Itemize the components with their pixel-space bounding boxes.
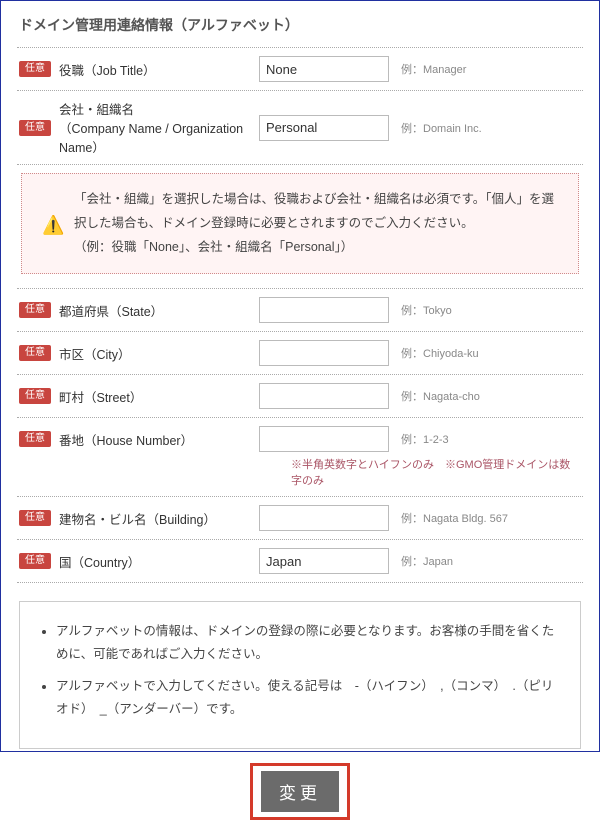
warning-line1: 「会社・組織」を選択した場合は、役職および会社・組織名は必須です。「個人」を選択… (74, 188, 558, 236)
row-building: 任意 建物名・ビル名（Building） 例：Nagata Bldg. 567 (17, 497, 583, 540)
badge-optional: 任意 (19, 120, 51, 136)
house-number-note: ※半角英数字とハイフンのみ ※GMO管理ドメインは数字のみ (19, 454, 579, 488)
badge-optional: 任意 (19, 510, 51, 526)
submit-wrap: 変更 (17, 763, 583, 820)
section-title: ドメイン管理用連絡情報（アルファベット） (19, 15, 583, 35)
input-company[interactable] (259, 115, 389, 141)
example-state: 例：Tokyo (401, 302, 452, 318)
row-state: 任意 都道府県（State） 例：Tokyo (17, 288, 583, 332)
bottom-notes-box: アルファベットの情報は、ドメインの登録の際に必要となります。お客様の手間を省くた… (19, 601, 581, 749)
row-street: 任意 町村（Street） 例：Nagata-cho (17, 375, 583, 418)
input-state[interactable] (259, 297, 389, 323)
example-city: 例：Chiyoda-ku (401, 345, 479, 361)
example-country: 例：Japan (401, 553, 453, 569)
note-1: アルファベットの情報は、ドメインの登録の際に必要となります。お客様の手間を省くた… (56, 620, 558, 665)
badge-optional: 任意 (19, 388, 51, 404)
note-2: アルファベットで入力してください。使える記号は -（ハイフン） ,（コンマ） .… (56, 675, 558, 720)
row-city: 任意 市区（City） 例：Chiyoda-ku (17, 332, 583, 375)
submit-button[interactable]: 変更 (261, 771, 339, 812)
input-country[interactable] (259, 548, 389, 574)
row-company: 任意 会社・組織名 （Company Name / Organization N… (17, 91, 583, 165)
badge-optional: 任意 (19, 431, 51, 447)
example-company: 例：Domain Inc. (401, 120, 482, 136)
example-house: 例：1-2-3 (401, 431, 449, 447)
example-job-title: 例：Manager (401, 61, 466, 77)
form-section: ドメイン管理用連絡情報（アルファベット） 任意 役職（Job Title） 例：… (0, 0, 600, 752)
badge-optional: 任意 (19, 345, 51, 361)
row-country: 任意 国（Country） 例：Japan (17, 540, 583, 583)
badge-optional: 任意 (19, 553, 51, 569)
submit-highlight-box: 変更 (250, 763, 350, 820)
example-building: 例：Nagata Bldg. 567 (401, 510, 508, 526)
label-job-title: 任意 役職（Job Title） (19, 60, 259, 79)
input-street[interactable] (259, 383, 389, 409)
warning-box: ⚠️ 「会社・組織」を選択した場合は、役職および会社・組織名は必須です。「個人」… (21, 173, 579, 274)
row-house: 任意 番地（House Number） 例：1-2-3 (17, 418, 583, 454)
warning-line2: （例：役職「None」、会社・組織名「Personal」） (74, 236, 558, 260)
badge-optional: 任意 (19, 61, 51, 77)
input-city[interactable] (259, 340, 389, 366)
label-company: 任意 会社・組織名 （Company Name / Organization N… (19, 99, 259, 156)
input-building[interactable] (259, 505, 389, 531)
badge-optional: 任意 (19, 302, 51, 318)
row-job-title: 任意 役職（Job Title） 例：Manager (17, 47, 583, 91)
input-house[interactable] (259, 426, 389, 452)
example-street: 例：Nagata-cho (401, 388, 480, 404)
warning-icon: ⚠️ (42, 208, 64, 242)
input-job-title[interactable] (259, 56, 389, 82)
